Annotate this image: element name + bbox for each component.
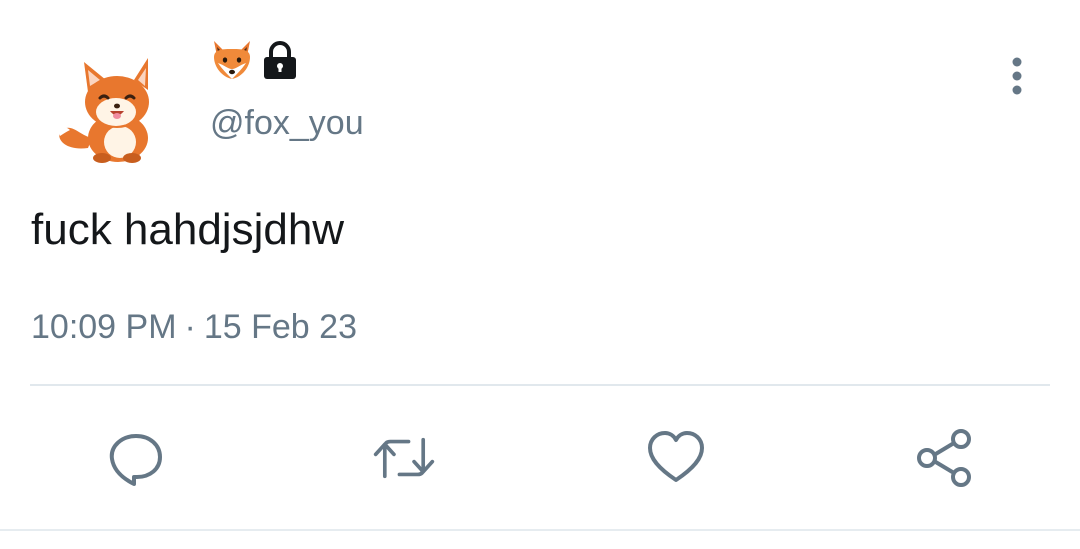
meta-separator: · — [184, 308, 196, 346]
divider — [30, 384, 1050, 386]
avatar[interactable] — [30, 40, 180, 170]
more-options-button[interactable] — [995, 50, 1039, 102]
lock-icon — [264, 41, 296, 79]
heart-icon — [648, 431, 704, 482]
share-button[interactable] — [913, 426, 977, 490]
display-name — [210, 38, 298, 82]
fox-emoji-icon — [214, 41, 250, 79]
tweet-time: 10:09 PM — [31, 308, 177, 346]
bottom-divider — [0, 529, 1080, 531]
tweet-timestamp: 10:09 PM · 15 Feb 23 — [31, 308, 357, 347]
retweet-icon — [373, 437, 435, 479]
tweet-date: 15 Feb 23 — [203, 308, 357, 346]
share-icon — [917, 429, 971, 487]
tweet-text: fuck hahdjsjdhw — [31, 205, 345, 254]
retweet-button[interactable] — [372, 426, 436, 490]
user-handle[interactable]: @fox_you — [210, 104, 364, 143]
more-vertical-icon — [1012, 57, 1022, 95]
reply-icon — [109, 434, 162, 486]
tweet-card: @fox_you fuck hahdjsjdhw 10:09 PM · 15 Feb… — [0, 0, 1080, 549]
fox-avatar-icon — [58, 58, 149, 163]
reply-button[interactable] — [104, 426, 168, 490]
like-button[interactable] — [644, 426, 708, 490]
